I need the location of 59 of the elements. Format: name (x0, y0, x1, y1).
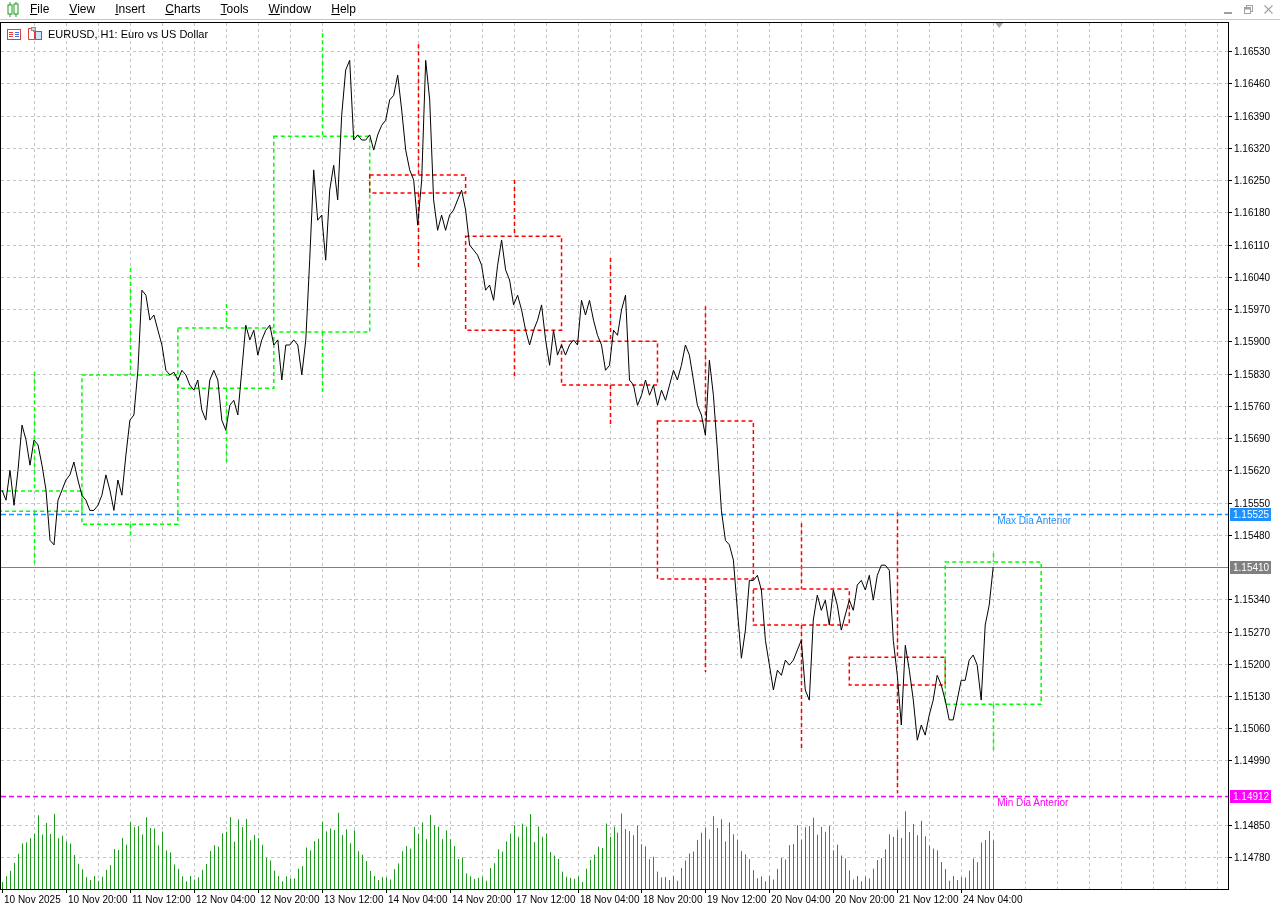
restore-icon (1243, 5, 1253, 14)
price-label: 1.15200 (1234, 659, 1271, 670)
price-label: 1.16460 (1234, 78, 1271, 89)
time-label: 11 Nov 12:00 (132, 894, 191, 905)
panels-icon (28, 27, 42, 40)
menu-item[interactable]: Help (321, 0, 366, 19)
menu-item[interactable]: Tools (210, 0, 259, 19)
price-label: 1.16250 (1234, 175, 1271, 186)
time-label: 14 Nov 20:00 (452, 894, 512, 905)
time-label: 12 Nov 20:00 (260, 894, 320, 905)
price-label: 1.15480 (1234, 530, 1271, 541)
price-label: 1.15550 (1234, 498, 1271, 509)
time-label: 13 Nov 12:00 (324, 894, 384, 905)
chart-title: EURUSD, H1: Euro vs US Dollar (48, 28, 209, 40)
price-label: 1.15340 (1234, 594, 1271, 605)
time-label: 20 Nov 20:00 (835, 894, 895, 905)
price-label: 1.16390 (1234, 111, 1271, 122)
time-label: 18 Nov 04:00 (580, 894, 640, 905)
level-label: Max Dia Anterior (997, 515, 1072, 526)
menu-item[interactable]: File (20, 0, 60, 19)
price-label: 1.14850 (1234, 820, 1271, 831)
time-label: 10 Nov 2025 (4, 894, 61, 905)
menu-item[interactable]: Charts (155, 0, 211, 19)
price-label: 1.15760 (1234, 401, 1271, 412)
list-icon (7, 29, 21, 40)
time-label: 21 Nov 12:00 (899, 894, 959, 905)
time-label: 14 Nov 04:00 (388, 894, 448, 905)
price-label: 1.14990 (1234, 755, 1271, 766)
price-tag: 1.15410 (1230, 561, 1271, 574)
time-label: 10 Nov 20:00 (68, 894, 128, 905)
price-label: 1.16530 (1234, 46, 1271, 57)
close-icon (1263, 5, 1273, 14)
price-label: 1.15690 (1234, 433, 1271, 444)
price-label: 1.15270 (1234, 627, 1271, 638)
time-label: 24 Nov 04:00 (963, 894, 1023, 905)
menu-item[interactable]: View (59, 0, 106, 19)
price-label: 1.15620 (1234, 465, 1271, 476)
price-label: 1.16040 (1234, 272, 1271, 283)
price-label: 1.15970 (1234, 304, 1271, 315)
price-label: 1.15900 (1234, 336, 1271, 347)
price-label: 1.16320 (1234, 143, 1271, 154)
menu-item[interactable]: Insert (105, 0, 156, 19)
price-label: 1.15060 (1234, 723, 1271, 734)
time-label: 12 Nov 04:00 (196, 894, 256, 905)
time-label: 20 Nov 04:00 (771, 894, 831, 905)
time-label: 18 Nov 20:00 (643, 894, 703, 905)
price-label: 1.16180 (1234, 207, 1271, 218)
price-label: 1.14780 (1234, 852, 1271, 863)
price-tag: 1.15525 (1230, 508, 1271, 521)
price-label: 1.15130 (1234, 691, 1271, 702)
time-label: 17 Nov 12:00 (516, 894, 576, 905)
price-tag: 1.14912 (1230, 790, 1271, 803)
minimize-icon (1224, 11, 1232, 14)
menu-item[interactable]: Window (258, 0, 322, 19)
price-label: 1.15830 (1234, 369, 1271, 380)
time-label: 19 Nov 12:00 (707, 894, 767, 905)
shift-marker-icon[interactable] (995, 23, 1004, 28)
level-label: Min Dia Anterior (997, 797, 1069, 808)
price-label: 1.16110 (1234, 240, 1270, 251)
